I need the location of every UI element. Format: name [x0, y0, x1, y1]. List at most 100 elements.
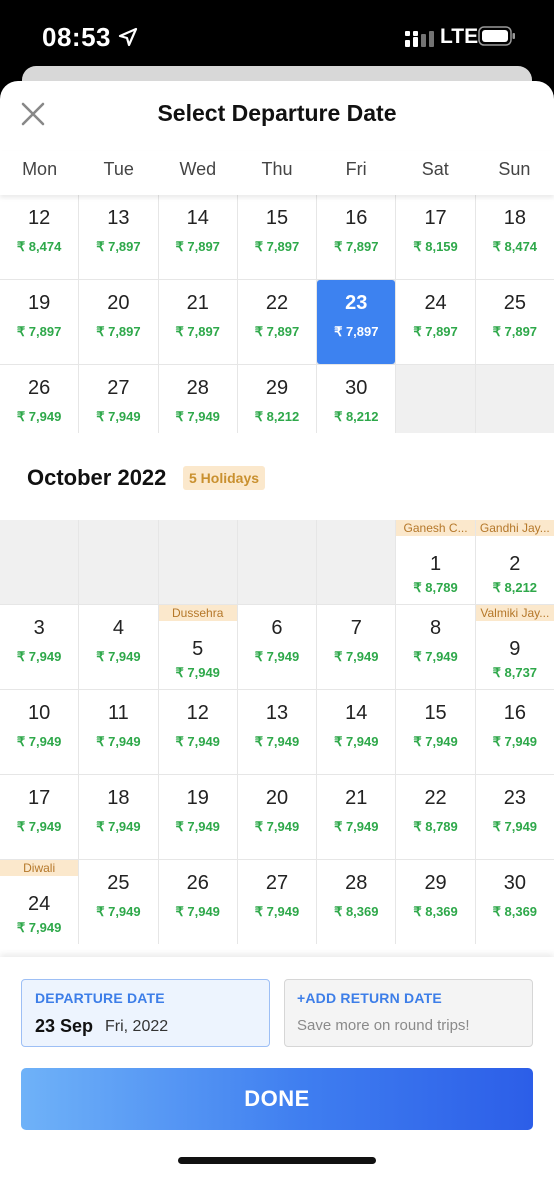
day-cell[interactable]: 29 ₹ 8,369: [396, 860, 475, 944]
day-price: ₹ 8,369: [334, 904, 379, 919]
day-number: 14: [186, 207, 209, 229]
day-number: 24: [424, 292, 447, 314]
day-price: ₹ 7,949: [96, 409, 141, 424]
day-cell[interactable]: 16 ₹ 7,897: [317, 195, 396, 279]
day-cell[interactable]: 19 ₹ 7,897: [0, 280, 79, 364]
day-number: 1: [430, 553, 442, 575]
holiday-label: Valmiki Jay...: [475, 605, 554, 621]
day-cell-selected[interactable]: 23 ₹ 7,897: [317, 280, 396, 364]
empty-day-cell: [79, 520, 158, 604]
day-cell[interactable]: 7 ₹ 7,949: [317, 605, 396, 689]
day-cell[interactable]: 4 ₹ 7,949: [79, 605, 158, 689]
day-cell[interactable]: 14 ₹ 7,897: [158, 195, 237, 279]
day-number: 22: [265, 292, 289, 314]
day-price: ₹ 7,949: [254, 649, 300, 664]
day-cell[interactable]: Valmiki Jay... 9 ₹ 8,737: [475, 605, 554, 689]
day-price: ₹ 7,949: [96, 819, 141, 834]
empty-day-cell: [158, 520, 237, 604]
day-cell[interactable]: 25 ₹ 7,949: [79, 860, 158, 944]
day-cell[interactable]: 19 ₹ 7,949: [158, 775, 237, 859]
done-button[interactable]: DONE: [21, 1068, 533, 1130]
day-price: ₹ 7,949: [492, 819, 538, 834]
day-price: ₹ 7,949: [96, 649, 141, 664]
day-cell[interactable]: 12 ₹ 8,474: [0, 195, 79, 279]
day-number: 13: [265, 702, 289, 724]
day-cell[interactable]: 24 ₹ 7,897: [396, 280, 475, 364]
day-number: 11: [108, 702, 129, 724]
day-price: ₹ 8,212: [492, 580, 538, 595]
day-number: 14: [345, 702, 368, 724]
page-title: Select Departure Date: [157, 100, 397, 126]
day-cell[interactable]: 25 ₹ 7,897: [475, 280, 554, 364]
day-price: ₹ 8,159: [413, 239, 458, 254]
add-return-date-button[interactable]: +ADD RETURN DATE Save more on round trip…: [284, 979, 533, 1047]
day-price: ₹ 7,897: [16, 324, 62, 339]
day-cell[interactable]: 18 ₹ 8,474: [475, 195, 554, 279]
day-cell[interactable]: 14 ₹ 7,949: [317, 690, 396, 774]
day-cell[interactable]: 15 ₹ 7,949: [396, 690, 475, 774]
day-cell[interactable]: 15 ₹ 7,897: [237, 195, 317, 279]
day-cell[interactable]: 22 ₹ 7,897: [237, 280, 317, 364]
departure-date: 23 Sep: [35, 1016, 94, 1036]
day-cell[interactable]: 23 ₹ 7,949: [475, 775, 554, 859]
day-cell[interactable]: 17 ₹ 8,159: [396, 195, 475, 279]
day-number: 30: [503, 872, 526, 894]
day-cell[interactable]: 8 ₹ 7,949: [396, 605, 475, 689]
day-number: 16: [345, 207, 368, 229]
day-cell[interactable]: 20 ₹ 7,897: [79, 280, 158, 364]
day-number: 9: [509, 638, 521, 660]
day-cell[interactable]: 16 ₹ 7,949: [475, 690, 554, 774]
day-price: ₹ 7,897: [492, 324, 538, 339]
day-cell[interactable]: 21 ₹ 7,949: [317, 775, 396, 859]
day-cell[interactable]: 28 ₹ 8,369: [317, 860, 396, 944]
day-price: ₹ 7,949: [175, 819, 220, 834]
day-cell[interactable]: 20 ₹ 7,949: [237, 775, 317, 859]
day-price: ₹ 7,897: [254, 239, 300, 254]
day-price: ₹ 7,949: [175, 734, 220, 749]
month-title: October 2022: [27, 465, 167, 490]
battery-icon: [478, 26, 515, 46]
day-number: 28: [186, 377, 209, 399]
day-cell[interactable]: 30 ₹ 8,369: [475, 860, 554, 944]
holidays-badge[interactable]: 5 Holidays: [183, 466, 266, 490]
day-cell[interactable]: 22 ₹ 8,789: [396, 775, 475, 859]
date-picker-sheet: Select Departure Date Mon Tue Wed Thu Fr…: [0, 81, 554, 1200]
day-cell[interactable]: 10 ₹ 7,949: [0, 690, 79, 774]
departure-date-box[interactable]: DEPARTURE DATE 23 Sep Fri, 2022: [21, 979, 270, 1047]
day-cell[interactable]: Ganesh C... 1 ₹ 8,789: [396, 520, 475, 604]
day-cell[interactable]: 13 ₹ 7,949: [237, 690, 317, 774]
day-cell[interactable]: 3 ₹ 7,949: [0, 605, 79, 689]
departure-weekday-year: Fri, 2022: [105, 1018, 169, 1035]
day-cell[interactable]: 27 ₹ 7,949: [237, 860, 317, 944]
day-price: ₹ 7,949: [175, 904, 220, 919]
day-cell[interactable]: 6 ₹ 7,949: [237, 605, 317, 689]
holiday-label: Dussehra: [158, 605, 237, 621]
day-cell[interactable]: 11 ₹ 7,949: [79, 690, 158, 774]
day-number: 29: [265, 377, 289, 399]
return-label: +ADD RETURN DATE: [297, 990, 442, 1006]
day-price: ₹ 7,897: [413, 324, 458, 339]
day-price: ₹ 7,897: [334, 239, 379, 254]
day-price: ₹ 7,949: [16, 734, 62, 749]
day-cell[interactable]: 21 ₹ 7,897: [158, 280, 237, 364]
day-price: ₹ 8,369: [492, 904, 538, 919]
day-cell[interactable]: 13 ₹ 7,897: [79, 195, 158, 279]
day-cell[interactable]: 17 ₹ 7,949: [0, 775, 79, 859]
day-number: 27: [265, 872, 289, 894]
day-cell[interactable]: Gandhi Jay... 2 ₹ 8,212: [475, 520, 554, 604]
day-cell[interactable]: 12 ₹ 7,949: [158, 690, 237, 774]
day-number: 26: [28, 377, 51, 399]
calendar-scroll-area[interactable]: 12 ₹ 8,474 13 ₹ 7,897 14 ₹ 7,897 15 ₹ 7,897 16 ₹ …: [0, 195, 554, 961]
day-number: 22: [424, 787, 447, 809]
day-number: 4: [112, 617, 124, 639]
day-cell[interactable]: 18 ₹ 7,949: [79, 775, 158, 859]
day-number: 25: [503, 292, 526, 314]
day-cell[interactable]: Dussehra 5 ₹ 7,949: [158, 605, 237, 689]
day-cell[interactable]: 26 ₹ 7,949: [158, 860, 237, 944]
day-number: 12: [186, 702, 209, 724]
day-price: ₹ 8,474: [16, 239, 62, 254]
day-number: 27: [107, 377, 130, 399]
return-subtitle: Save more on round trips!: [297, 1017, 470, 1034]
day-cell[interactable]: Diwali 24 ₹ 7,949: [0, 860, 79, 944]
september-grid: 12 ₹ 8,474 13 ₹ 7,897 14 ₹ 7,897 15 ₹ 7,897 16 ₹ …: [0, 195, 554, 449]
